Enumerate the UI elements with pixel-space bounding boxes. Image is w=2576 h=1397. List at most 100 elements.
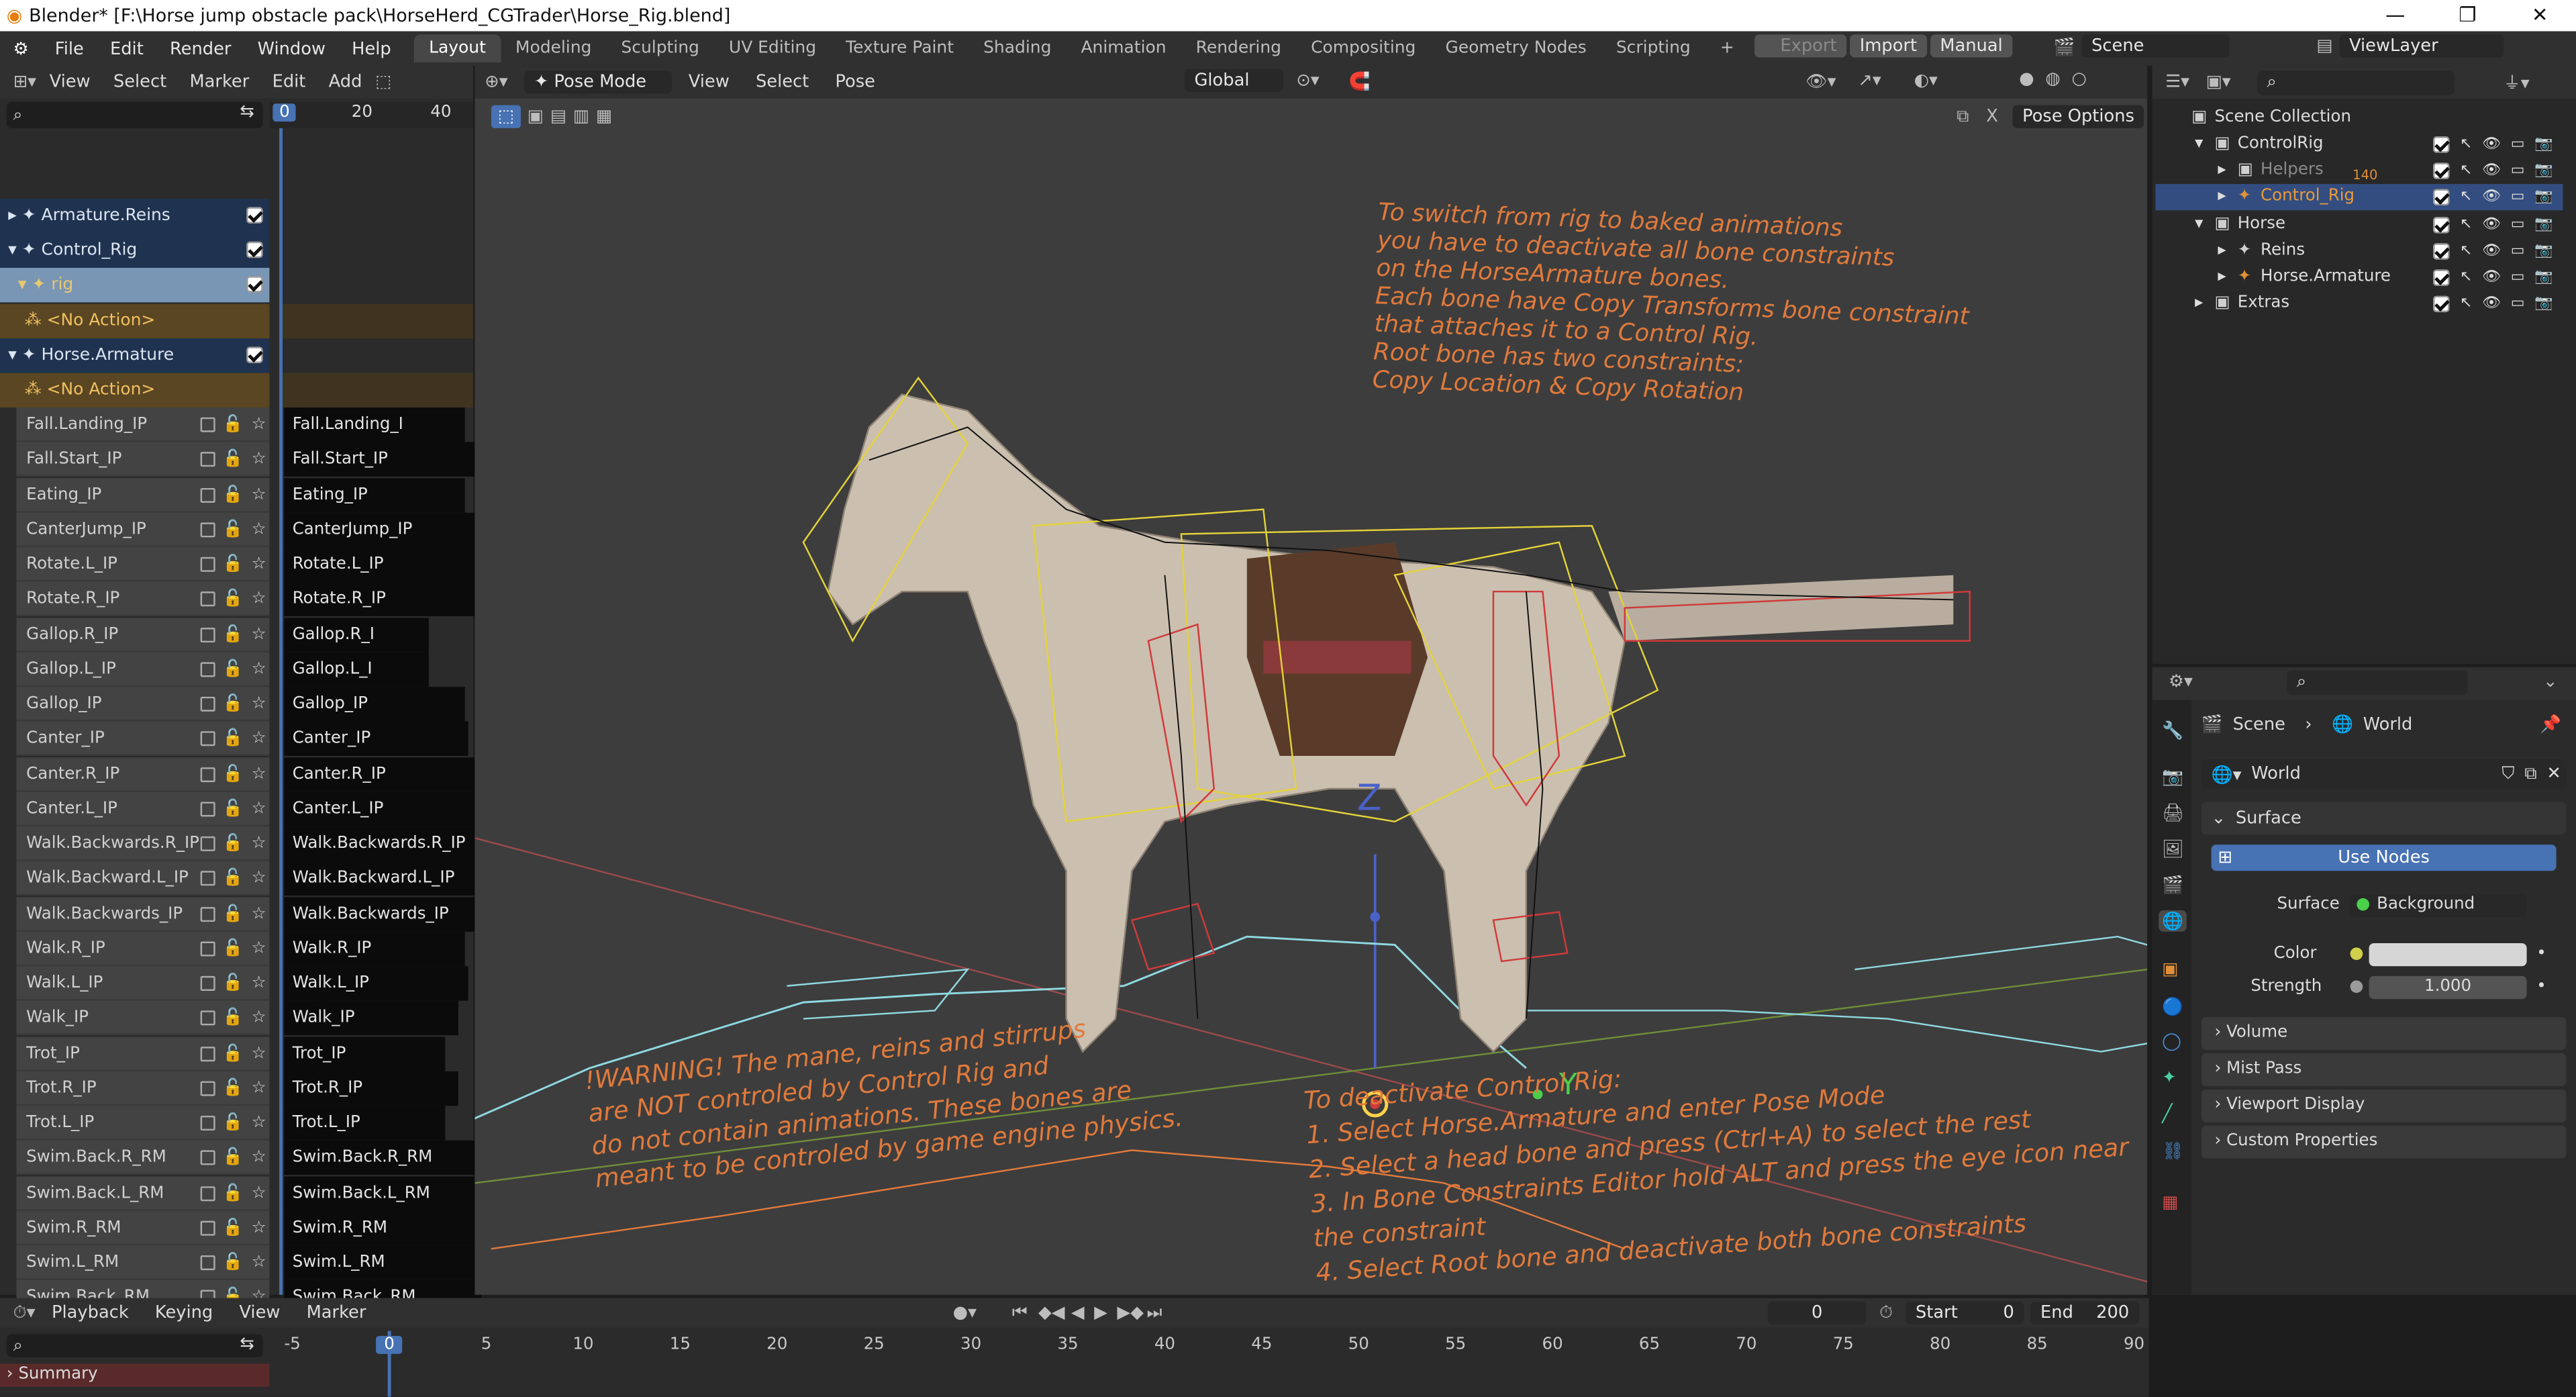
lock-icon[interactable]: 🔓 [223,407,243,442]
mute-checkbox[interactable] [199,1151,215,1166]
mute-checkbox[interactable] [199,1045,215,1061]
dopesheet-group-row[interactable]: ▾ ✦ Control_Rig [0,233,270,268]
star-icon[interactable]: ☆ [252,722,266,756]
monitor-icon[interactable]: ▭ [2511,291,2525,317]
select-arrow-icon[interactable]: ↖ [2460,212,2472,238]
mute-checkbox[interactable] [199,452,215,467]
lock-icon[interactable]: 🔓 [223,1001,243,1035]
tab-uv-editing[interactable]: UV Editing [714,34,831,62]
nla-action-row[interactable]: Trot.R_IP 🔓 ☆ [16,1071,270,1106]
nla-action-row[interactable]: Walk.L_IP 🔓 ☆ [16,966,270,1001]
mute-checkbox[interactable] [199,871,215,886]
lock-icon[interactable]: 🔓 [223,896,243,930]
dopesheet-menu-view[interactable]: View [40,73,100,92]
mute-checkbox[interactable] [199,906,215,921]
nla-action-row[interactable]: Rotate.L_IP 🔓 ☆ [16,547,270,582]
mute-checkbox[interactable] [199,731,215,746]
eye-icon[interactable]: 👁 [2482,158,2501,184]
minimize-button[interactable]: — [2359,0,2432,32]
dopesheet-search[interactable]: ⌕ [6,101,263,128]
star-icon[interactable]: ☆ [252,1106,266,1140]
mute-checkbox[interactable] [199,1220,215,1236]
fake-user-icon[interactable]: ⛉ [2497,763,2520,785]
star-icon[interactable]: ☆ [252,687,266,721]
star-icon[interactable]: ☆ [252,1036,266,1070]
nla-strip[interactable]: Swim.Back.R_RM [284,1141,498,1175]
bone-constraint-tab-icon[interactable]: ⛓ [2162,1141,2184,1161]
select-arrow-icon[interactable]: ↖ [2460,238,2472,264]
dopesheet-menu-edit[interactable]: Edit [262,73,315,92]
select-arrow-icon[interactable]: ↖ [2460,184,2472,210]
dopesheet-group-row[interactable]: ▸ ✦ Armature.Reins [0,199,270,234]
dopesheet-group-row[interactable]: ⁂ <No Action> [0,303,270,339]
exclude-checkbox[interactable] [2433,189,2450,205]
next-keyframe-icon[interactable]: ▶◆ [1117,1303,1144,1322]
end-frame-field[interactable]: End 200 [2030,1301,2139,1324]
outliner-row[interactable]: ▾ ▣ ControlRig ↖ 👁 ▭ 📷 [2155,132,2563,158]
eye-icon[interactable]: 👁 [2482,212,2501,238]
nla-strip[interactable]: Gallop.L_I [284,652,429,687]
lock-icon[interactable]: 🔓 [223,687,243,721]
record-icon[interactable]: ●▾ [953,1303,977,1322]
export-button[interactable]: Export [1754,34,1847,58]
star-icon[interactable]: ☆ [252,617,266,651]
filter-icon[interactable]: ⏚▾ [2504,70,2530,95]
import-button[interactable]: Import [1850,34,1927,58]
exclude-checkbox[interactable] [2433,162,2450,179]
star-icon[interactable]: ☆ [252,966,266,1000]
output-tab-icon[interactable]: 🖨 [2162,802,2184,823]
nla-strip[interactable]: Fall.Landing_I [284,407,465,442]
shading-material-icon[interactable]: ◍ [2045,69,2060,89]
mute-checkbox[interactable] [199,661,215,677]
nla-strip[interactable]: Trot.L_IP [284,1106,446,1141]
world-name[interactable]: World [2251,764,2497,783]
modifier-tab-icon[interactable]: 🔵 [2162,996,2183,1017]
nla-action-row[interactable]: Walk_IP 🔓 ☆ [16,1001,270,1036]
texture-tab-icon[interactable]: ▦ [2162,1193,2178,1212]
timeline-menu-marker[interactable]: Marker [297,1303,376,1322]
timeline-menu-keying[interactable]: Keying [145,1303,223,1322]
lock-icon[interactable]: 🔓 [223,757,243,791]
lock-icon[interactable]: 🔓 [223,1175,243,1210]
menu-render[interactable]: Render [156,39,244,58]
mute-checkbox[interactable] [199,1186,215,1201]
outliner-search[interactable]: ⌕ [2257,70,2455,95]
swap-icon[interactable]: ⇆ [240,102,254,122]
nla-strip[interactable]: Gallop.R_I [284,617,429,652]
tab-compositing[interactable]: Compositing [1296,34,1430,62]
overlay-icon[interactable]: ◐▾ [1914,70,1938,90]
chevron-right-icon[interactable]: ▸ [2218,184,2226,210]
dopesheet-group-row[interactable]: ▾ ✦ rig [0,267,270,303]
lock-icon[interactable]: 🔓 [223,966,243,1000]
outliner-row[interactable]: ▸ ✦ Reins ↖ 👁 ▭ 📷 [2155,238,2563,264]
shading-solid-icon[interactable]: ● [2019,69,2034,89]
tab-shading[interactable]: Shading [969,34,1066,62]
editor-type-icon[interactable]: ⊞▾ [13,73,36,92]
close-window-button[interactable]: ✕ [2504,0,2576,32]
star-icon[interactable]: ☆ [252,826,266,861]
mute-checkbox[interactable] [199,626,215,642]
channel-checkbox[interactable] [246,207,263,224]
eye-icon[interactable]: 👁 [2482,291,2501,317]
lock-icon[interactable]: 🔓 [223,582,243,616]
current-frame-indicator[interactable]: 0 [273,103,297,122]
nla-action-row[interactable]: Trot_IP 🔓 ☆ [16,1036,270,1071]
monitor-icon[interactable]: ▭ [2511,212,2525,238]
eye-icon[interactable]: 👁 [2482,132,2501,158]
lock-icon[interactable]: 🔓 [223,512,243,546]
outliner-row[interactable]: ▸ ✦ Control_Rig ↖ 👁 ▭ 📷 [2155,184,2563,211]
mist-pass-panel-header[interactable]: › Mist Pass [2201,1053,2567,1086]
play-reverse-icon[interactable]: ◀ [1071,1303,1085,1322]
lock-icon[interactable]: 🔓 [223,617,243,651]
mute-checkbox[interactable] [199,975,215,991]
dopesheet-group-row[interactable]: ▾ ✦ Horse.Armature [0,338,270,373]
menu-edit[interactable]: Edit [97,39,156,58]
action-icon[interactable]: ⁂ [25,381,47,399]
lock-icon[interactable]: 🔓 [223,722,243,756]
lock-icon[interactable]: 🔓 [223,652,243,686]
nla-action-row[interactable]: Canter_IP 🔓 ☆ [16,722,270,757]
keyframe-dot-icon[interactable]: • [2536,971,2546,1004]
exclude-checkbox[interactable] [2433,136,2450,153]
viewport-editor-type-icon[interactable]: ⊕▾ [485,73,507,92]
nla-strip[interactable]: Gallop_IP [284,687,465,722]
